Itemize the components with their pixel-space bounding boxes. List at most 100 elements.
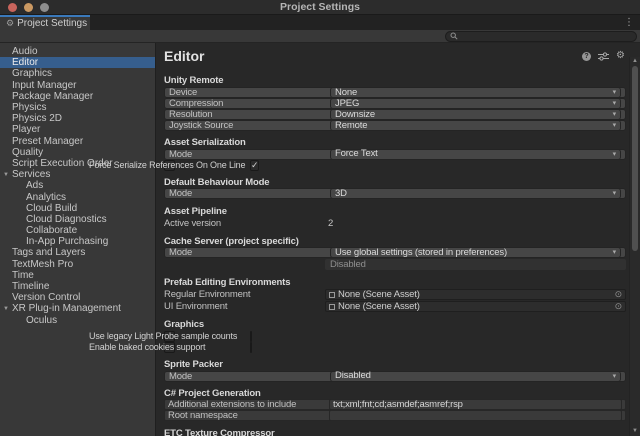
foldout-open-icon[interactable]: ▼ <box>3 306 9 312</box>
search-input[interactable] <box>461 31 632 41</box>
scroll-up-icon[interactable]: ▲ <box>630 57 640 65</box>
sidebar-item-label: Timeline <box>12 281 50 293</box>
sidebar-item-physics-2d[interactable]: Physics 2D <box>0 113 155 124</box>
sidebar-item-label: Input Manager <box>12 79 77 91</box>
search-field[interactable] <box>445 30 637 42</box>
tabbar-spacer <box>90 15 618 30</box>
object-field-regular-environment[interactable]: None (Scene Asset) ⊙ <box>325 289 626 301</box>
sidebar-item-preset-manager[interactable]: Preset Manager <box>0 136 155 147</box>
sidebar-item-package-manager[interactable]: Package Manager <box>0 91 155 102</box>
sidebar-item-input-manager[interactable]: Input Manager <box>0 80 155 91</box>
setting-control: None (Scene Asset) ⊙ <box>325 301 626 313</box>
setting-control: Downsize ▾ <box>330 108 621 120</box>
object-picker-icon[interactable]: ⊙ <box>615 302 623 311</box>
object-field-value: None (Scene Asset) <box>338 302 420 312</box>
help-icon[interactable]: ? <box>582 51 592 61</box>
toolbar <box>0 30 640 43</box>
setting-row: Resolution Downsize ▾ <box>164 108 626 120</box>
textfield-root-namespace[interactable] <box>329 410 622 422</box>
sidebar-item-label: XR Plug-in Management <box>12 303 121 315</box>
setting-row: Root namespace <box>164 410 626 422</box>
vertical-scrollbar[interactable]: ▲ ▼ <box>629 57 640 436</box>
object-picker-icon[interactable]: ⊙ <box>615 290 623 299</box>
section-header: Default Behaviour Mode <box>164 176 270 188</box>
dropdown-arrow-icon: ▾ <box>612 110 617 118</box>
dropdown-arrow-icon: ▾ <box>612 190 617 198</box>
sidebar-item-oculus[interactable]: Oculus <box>0 315 155 326</box>
setting-row: Active version 2 <box>164 217 626 229</box>
sidebar-item-collaborate[interactable]: Collaborate <box>0 225 155 236</box>
dropdown-mode[interactable]: Force Text ▾ <box>330 148 621 160</box>
sidebar-item-label: Services <box>12 169 51 181</box>
page-title: Editor <box>164 48 205 64</box>
sidebar-item-cloud-build[interactable]: Cloud Build <box>0 203 155 214</box>
dropdown-value: Use global settings (stored in preferenc… <box>335 248 508 258</box>
sidebar-item-cloud-diagnostics[interactable]: Cloud Diagnostics <box>0 214 155 225</box>
dropdown-mode[interactable]: Use global settings (stored in preferenc… <box>330 247 621 259</box>
scrollbar-thumb[interactable] <box>632 66 638 251</box>
object-field-ui-environment[interactable]: None (Scene Asset) ⊙ <box>325 301 626 313</box>
sidebar-item-label: Graphics <box>12 68 53 80</box>
tab-project-settings[interactable]: ⚙ Project Settings <box>0 15 90 30</box>
setting-label: UI Environment <box>164 301 228 313</box>
sidebar-list: Audio Editor Graphics Input Manager Package … <box>0 46 155 326</box>
setting-row: Compression JPEG ▾ <box>164 97 626 109</box>
sidebar-item-label: In-App Purchasing <box>26 236 109 248</box>
tab-menu-kebab-icon[interactable]: ⋮ <box>618 15 640 30</box>
sidebar-item-editor[interactable]: Editor <box>0 57 155 69</box>
dropdown-resolution[interactable]: Downsize ▾ <box>330 108 621 120</box>
checkbox-force-serialize-references-on-one-line[interactable]: ✓ <box>250 159 260 171</box>
dropdown-value: JPEG <box>335 98 360 109</box>
sidebar-item-graphics[interactable]: Graphics <box>0 68 155 79</box>
sidebar-item-ads[interactable]: Ads <box>0 180 155 191</box>
sidebar-item-physics[interactable]: Physics <box>0 102 155 113</box>
sidebar-item-quality[interactable]: Quality <box>0 147 155 158</box>
sidebar-item-version-control[interactable]: Version Control <box>0 292 155 303</box>
sidebar-item-label: Cloud Diagnostics <box>26 213 107 225</box>
setting-label: Compression <box>169 97 224 109</box>
scroll-down-icon[interactable]: ▼ <box>630 427 640 435</box>
sidebar-item-services[interactable]: ▼ Services <box>0 169 155 180</box>
foldout-open-icon[interactable]: ▼ <box>3 172 9 178</box>
settings-rows: Unity Remote Device None ▾ Compression JPEG ▾ R… <box>89 66 626 436</box>
dropdown-arrow-icon: ▾ <box>612 99 617 107</box>
sidebar-item-timeline[interactable]: Timeline <box>0 281 155 292</box>
sidebar-item-time[interactable]: Time <box>0 270 155 281</box>
dropdown-mode[interactable]: 3D ▾ <box>330 188 621 200</box>
textfield-additional-extensions-to-include[interactable]: txt;xml;fnt;cd;asmdef;asmref;rsp <box>329 399 622 411</box>
preset-icon[interactable] <box>598 51 610 61</box>
setting-control: Force Text ▾ <box>330 148 621 160</box>
traffic-lights <box>8 2 49 12</box>
minimize-window-icon[interactable] <box>24 2 33 12</box>
dropdown-arrow-icon: ▾ <box>612 372 617 380</box>
close-window-icon[interactable] <box>8 2 17 12</box>
dropdown-joystick-source[interactable]: Remote ▾ <box>330 119 621 131</box>
sidebar-item-audio[interactable]: Audio <box>0 46 155 57</box>
dropdown-device[interactable]: None ▾ <box>330 86 621 98</box>
context-menu-gear-icon[interactable]: ⚙ <box>616 51 625 61</box>
sidebar-item-analytics[interactable]: Analytics <box>0 191 155 203</box>
sidebar-item-player[interactable]: Player <box>0 124 155 135</box>
header-icons: ? ⚙ <box>582 51 625 61</box>
dropdown-mode[interactable]: Disabled ▾ <box>330 370 621 382</box>
zoom-window-icon <box>40 2 49 12</box>
status-field: Disabled <box>325 258 626 270</box>
search-icon <box>450 32 458 40</box>
setting-label: Device <box>169 86 198 98</box>
checkbox-use-legacy-light-probe-sample-counts[interactable] <box>250 330 252 342</box>
dropdown-arrow-icon: ▾ <box>612 88 617 96</box>
setting-control <box>329 410 622 422</box>
setting-row: Disabled <box>164 258 626 270</box>
checkbox-enable-baked-cookies-support[interactable] <box>250 341 252 353</box>
sidebar-item-label: Editor <box>12 57 39 69</box>
dropdown-compression[interactable]: JPEG ▾ <box>330 97 621 109</box>
dropdown-value: 3D <box>335 189 347 199</box>
sidebar-item-label: Analytics <box>26 191 67 203</box>
sidebar-item-tags-and-layers[interactable]: Tags and Layers <box>0 247 155 258</box>
sidebar-item-textmesh-pro[interactable]: TextMesh Pro <box>0 259 155 270</box>
section-header: C# Project Generation <box>164 387 261 399</box>
sidebar-item-in-app-purchasing[interactable]: In-App Purchasing <box>0 236 155 247</box>
setting-row: Mode Force Text ▾ <box>164 148 626 160</box>
object-field-value: None (Scene Asset) <box>338 289 420 300</box>
sidebar-item-xr-plug-in-management[interactable]: ▼ XR Plug-in Management <box>0 303 155 314</box>
